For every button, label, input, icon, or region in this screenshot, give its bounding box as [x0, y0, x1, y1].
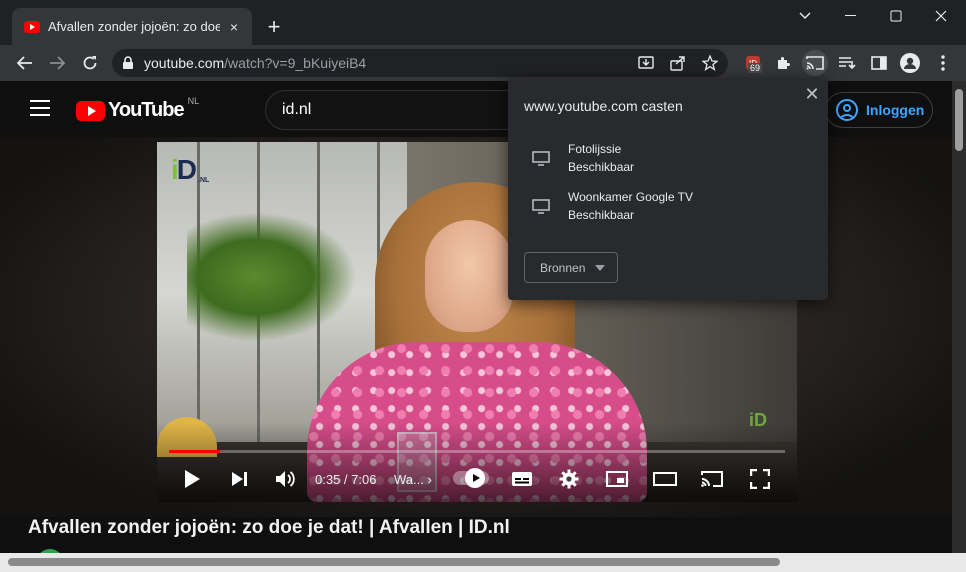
- play-button[interactable]: [177, 462, 207, 496]
- vertical-scrollbar[interactable]: [952, 81, 966, 553]
- fullscreen-icon[interactable]: [745, 462, 775, 496]
- url-path: /watch?v=9_bKuiyeiB4: [224, 55, 367, 71]
- tab-close-icon[interactable]: ×: [226, 19, 242, 35]
- settings-gear-icon[interactable]: [554, 462, 584, 496]
- caret-down-icon: [595, 264, 606, 271]
- forward-arrow-icon[interactable]: [44, 50, 70, 76]
- extension-badge: 69: [748, 63, 763, 73]
- maximize-button[interactable]: [873, 4, 919, 28]
- horizontal-scrollbar-thumb[interactable]: [8, 558, 780, 566]
- youtube-play-logo-icon: [76, 100, 105, 121]
- share-icon[interactable]: [666, 51, 690, 75]
- id-nl-brand-logo: i D .NL: [171, 154, 210, 185]
- tab-strip: Afvallen zonder jojoën: zo doe je dat! |…: [0, 0, 966, 45]
- video-title: Afvallen zonder jojoën: zo doe je dat! |…: [28, 517, 510, 538]
- cast-dialog: www.youtube.com casten ✕ Fotolijssie Bes…: [508, 78, 828, 300]
- sink-name: Fotolijssie: [568, 142, 622, 156]
- chapter-chevron-icon: ›: [427, 472, 432, 487]
- url-host: youtube.com: [144, 55, 225, 71]
- progress-played: [169, 450, 220, 453]
- chapter-label: Wa...: [394, 472, 424, 487]
- sink-status: Beschikbaar: [568, 208, 635, 222]
- brand-letter-d: D: [176, 154, 198, 185]
- reading-list-icon[interactable]: [834, 50, 860, 76]
- horizontal-scrollbar[interactable]: [0, 553, 966, 572]
- monitor-icon: [532, 151, 550, 166]
- login-label: Inloggen: [866, 102, 925, 118]
- cast-to-tv-icon[interactable]: [697, 462, 727, 496]
- sink-name: Woonkamer Google TV: [568, 190, 693, 204]
- autoplay-toggle[interactable]: [453, 468, 489, 488]
- youtube-favicon-icon: [24, 20, 40, 33]
- monitor-icon: [532, 199, 550, 214]
- cast-sink-fotolijssie[interactable]: Fotolijssie Beschikbaar: [508, 138, 828, 182]
- cast-sink-woonkamer-google-tv[interactable]: Woonkamer Google TV Beschikbaar: [508, 186, 828, 230]
- sources-label: Bronnen: [540, 260, 586, 275]
- volume-icon[interactable]: [271, 462, 301, 496]
- time-display: 0:35 / 7:06: [315, 472, 377, 487]
- theater-mode-icon[interactable]: [650, 462, 680, 496]
- profile-avatar-icon[interactable]: [897, 50, 923, 76]
- tab-search-chevron-icon[interactable]: [782, 4, 828, 28]
- back-arrow-icon[interactable]: [12, 50, 38, 76]
- chrome-menu-icon[interactable]: [930, 50, 956, 76]
- browser-toolbar: youtube.com/watch?v=9_bKuiyeiB4 ID 69: [0, 45, 966, 81]
- video-frame-presenter-face: [425, 220, 513, 332]
- chapter-title[interactable]: Wa... ›: [394, 472, 432, 487]
- autoplay-play-icon: [465, 468, 485, 488]
- lock-icon[interactable]: [122, 56, 134, 70]
- address-bar[interactable]: youtube.com/watch?v=9_bKuiyeiB4: [112, 49, 728, 77]
- new-tab-button[interactable]: +: [262, 16, 286, 40]
- cast-dialog-title: www.youtube.com casten: [524, 98, 683, 114]
- hamburger-menu-icon[interactable]: [30, 100, 50, 116]
- side-panel-icon[interactable]: [866, 50, 892, 76]
- bookmark-star-icon[interactable]: [698, 51, 722, 75]
- extensions-puzzle-icon[interactable]: [770, 50, 796, 76]
- browser-tab[interactable]: Afvallen zonder jojoën: zo doe je dat! |…: [12, 8, 252, 45]
- account-circle-icon: [836, 99, 858, 121]
- subtitles-icon[interactable]: [507, 462, 537, 496]
- minimize-button[interactable]: [828, 4, 874, 28]
- brand-suffix: .NL: [198, 177, 210, 184]
- next-button[interactable]: [225, 462, 255, 496]
- progress-bar[interactable]: [169, 450, 785, 453]
- vertical-scrollbar-thumb[interactable]: [955, 89, 963, 151]
- close-icon[interactable]: ✕: [802, 84, 822, 104]
- sink-status: Beschikbaar: [568, 160, 635, 174]
- video-frame-plant: [187, 212, 357, 342]
- sources-dropdown-button[interactable]: Bronnen: [524, 252, 618, 283]
- country-code: NL: [187, 95, 200, 106]
- youtube-logo[interactable]: YouTube NL: [76, 95, 200, 122]
- miniplayer-icon[interactable]: [602, 462, 632, 496]
- youtube-wordmark: YouTube: [108, 99, 185, 121]
- cast-icon[interactable]: [802, 50, 828, 76]
- reload-icon[interactable]: [77, 50, 103, 76]
- tab-title: Afvallen zonder jojoën: zo doe je dat! |…: [48, 19, 220, 34]
- install-app-icon[interactable]: [634, 51, 658, 75]
- close-window-button[interactable]: [918, 4, 964, 28]
- login-button[interactable]: Inloggen: [825, 92, 933, 128]
